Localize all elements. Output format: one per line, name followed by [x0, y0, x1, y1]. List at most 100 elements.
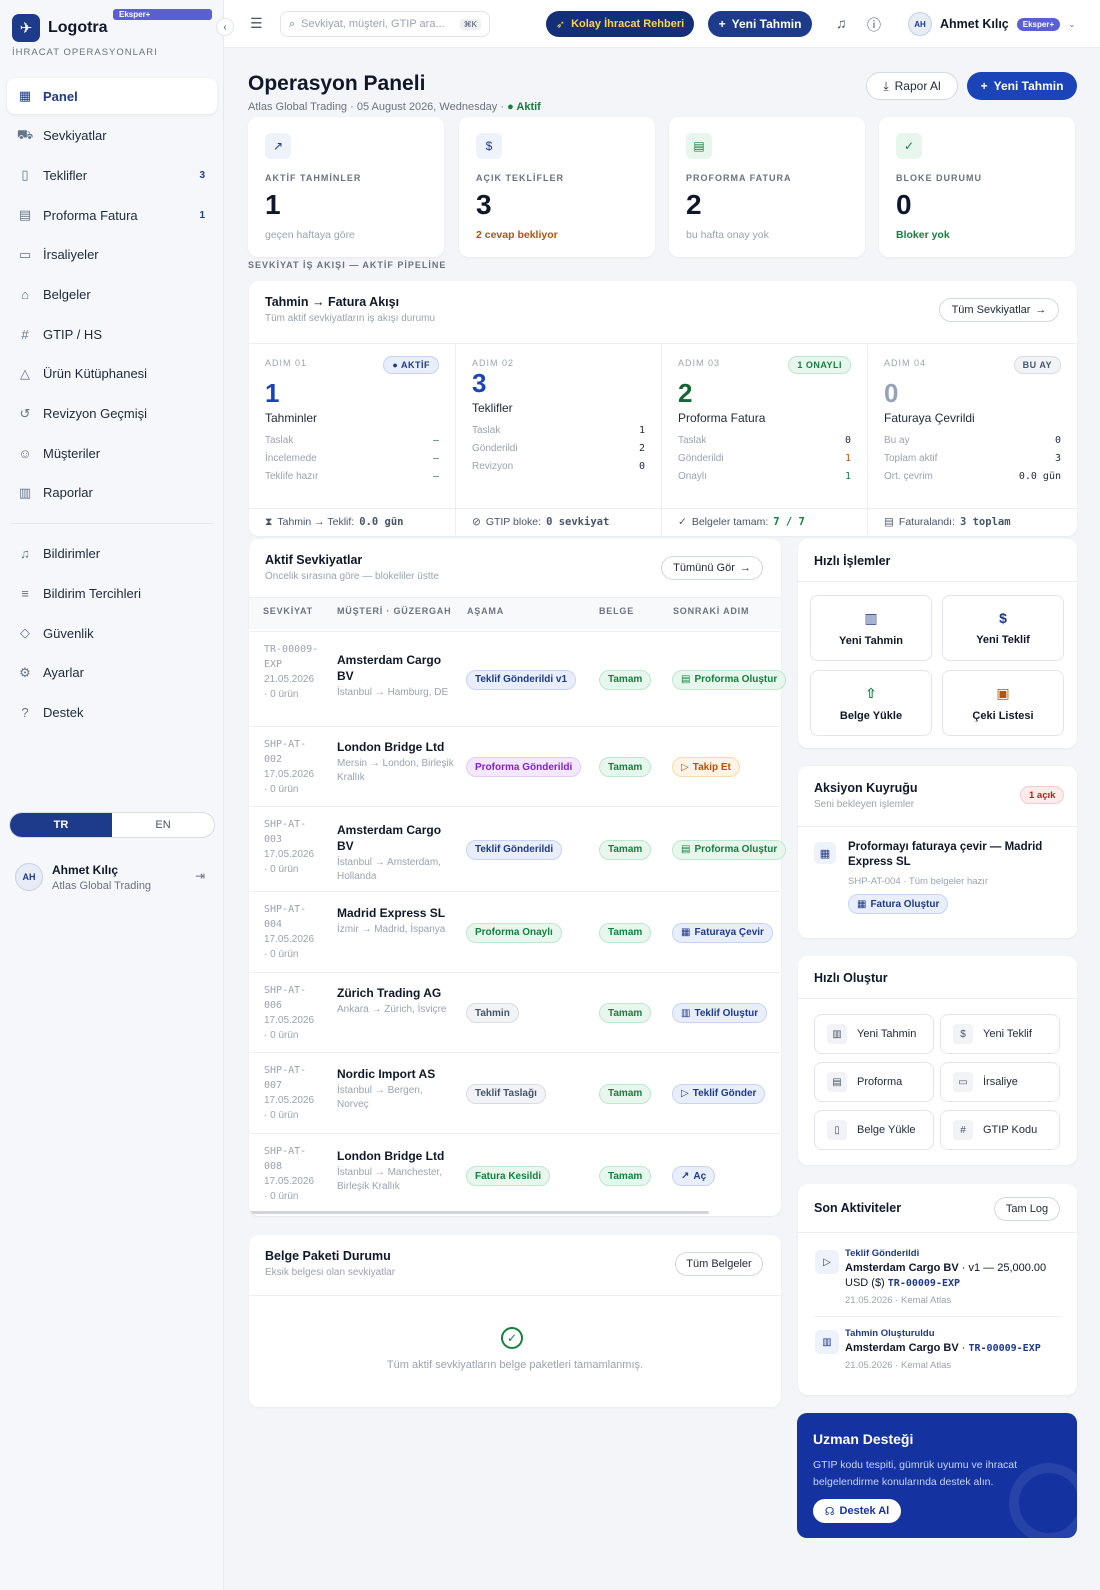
- lang-tr-button[interactable]: TR: [10, 813, 112, 837]
- customer-name: Amsterdam Cargo BV: [337, 822, 442, 853]
- sidebar-item-revizyon[interactable]: ↺ Revizyon Geçmişi: [7, 396, 217, 432]
- get-support-button[interactable]: ☊ Destek Al: [813, 1499, 901, 1523]
- pipeline-step-estimates[interactable]: ADIM 01 ● AKTİF 1 Tahminler Taslak — İnce…: [249, 343, 455, 508]
- pipeline-subtitle: Tüm aktif sevkiyatların iş akışı durumu: [265, 313, 436, 324]
- divider: [11, 522, 213, 524]
- new-estimate-button[interactable]: + Yeni Tahmin: [708, 11, 812, 37]
- bell-icon[interactable]: ♫: [836, 15, 847, 31]
- pipeline-step-invoiced[interactable]: ADIM 04 BU AY 0 Faturaya Çevrildi Bu ay 0…: [867, 343, 1077, 508]
- see-all-button[interactable]: Tümünü Gör →: [661, 556, 763, 580]
- shipment-code-link[interactable]: TR-00009-EXP: [968, 1343, 1040, 1354]
- sidebar-item-ayarlar[interactable]: ⚙ Ayarlar: [7, 655, 217, 691]
- table-row[interactable]: TR-00009-EXP 21.05.2026 · 0 ürün Amsterdam …: [250, 631, 787, 726]
- lang-en-button[interactable]: EN: [112, 813, 214, 837]
- quick-new-quote-button[interactable]: $ Yeni Teklif: [942, 595, 1064, 661]
- row-value: 1: [844, 471, 851, 482]
- all-shipments-button[interactable]: Tüm Sevkiyatlar →: [939, 298, 1059, 322]
- sidebar-item-irsaliyeler[interactable]: ▭ İrsaliyeler: [7, 237, 217, 273]
- sidebar-item-destek[interactable]: ? Destek: [7, 695, 217, 731]
- help-icon[interactable]: ⓘ: [867, 15, 881, 35]
- table-row[interactable]: SHP-AT-002 17.05.2026 · 0 ürün London Bridg…: [250, 726, 780, 806]
- row-value: —: [432, 435, 439, 446]
- table-row[interactable]: SHP-AT-004 17.05.2026 · 0 ürün Madrid Expre…: [250, 891, 780, 972]
- next-step-button[interactable]: ▥ Teklif Oluştur: [672, 1003, 768, 1023]
- step-row: Taslak 0: [678, 435, 851, 453]
- row-key: Gönderildi: [472, 443, 518, 454]
- chevron-left-icon: ‹: [223, 21, 227, 33]
- column-header[interactable]: AŞAMA: [467, 606, 504, 616]
- sidebar-item-panel[interactable]: ▦ Panel: [7, 78, 217, 114]
- customer-name: Nordic Import AS: [337, 1066, 436, 1081]
- sidebar-item-urun-kutuphanesi[interactable]: △ Ürün Kütüphanesi: [7, 356, 217, 392]
- column-header[interactable]: BELGE: [599, 606, 634, 616]
- new-estimate-header-button[interactable]: + Yeni Tahmin: [967, 72, 1077, 100]
- step-value: 3: [472, 368, 487, 398]
- create-quote-button[interactable]: $ Yeni Teklif: [940, 1014, 1060, 1054]
- next-step-button[interactable]: ▷ Takip Et: [672, 757, 740, 777]
- pipeline-step-proforma[interactable]: ADIM 03 1 ONAYLI 2 Proforma Fatura Tasla…: [661, 343, 867, 508]
- next-step-button[interactable]: ▷ Teklif Gönder: [672, 1083, 766, 1104]
- table-row[interactable]: SHP-AT-006 17.05.2026 · 0 ürün Zürich Tradi…: [250, 972, 780, 1052]
- next-step-button[interactable]: ↗ Aç: [672, 1166, 716, 1186]
- table-row[interactable]: SHP-AT-003 17.05.2026 · 0 ürün Amsterdam Ca…: [250, 806, 787, 891]
- queue-item-title[interactable]: Proformayı faturaya çevir — Madrid Expre…: [848, 840, 1063, 870]
- doc-package-card: Belge Paketi Durumu Eksik belgesi olan s…: [249, 1235, 781, 1407]
- create-proforma-button[interactable]: ▤ Proforma: [814, 1062, 934, 1102]
- sidebar-item-bildirim-tercihleri[interactable]: ≡ Bildirim Tercihleri: [7, 576, 217, 612]
- pipeline-step-quotes[interactable]: ADIM 02 3 Teklifler Taslak 1 Gönderildi 2 …: [455, 343, 661, 508]
- sidebar-item-guvenlik[interactable]: ◇ Güvenlik: [7, 615, 217, 651]
- quick-packing-list-button[interactable]: ▣ Çeki Listesi: [942, 670, 1064, 736]
- search-input[interactable]: ⌕ Sevkiyat, müşteri, GTIP ara... ⌘K: [280, 11, 490, 37]
- brand[interactable]: ✈ Logotra: [12, 14, 108, 42]
- check-circle-icon: ✓: [896, 133, 922, 159]
- quick-new-estimate-button[interactable]: ▥ Yeni Tahmin: [810, 595, 932, 661]
- next-step-icon: ▦: [681, 927, 691, 938]
- next-step-button[interactable]: ▤ Proforma Oluştur: [672, 839, 787, 860]
- customer-name: Madrid Express SL: [337, 905, 446, 920]
- sidebar-item-belgeler[interactable]: ⌂ Belgeler: [7, 276, 217, 312]
- column-header[interactable]: SEVKİYAT: [263, 606, 313, 616]
- activity-item[interactable]: ▥ Tahmin Oluşturuldu Amsterdam Cargo BV …: [815, 1328, 1065, 1371]
- sidebar-item-bildirimler[interactable]: ♫ Bildirimler: [7, 536, 217, 572]
- sidebar-item-gtip[interactable]: # GTIP / HS: [7, 316, 217, 352]
- sidebar-item-label: Revizyon Geçmişi: [43, 406, 148, 421]
- activity-item[interactable]: ▷ Teklif Gönderildi Amsterdam Cargo BV ·…: [815, 1248, 1065, 1306]
- quick-upload-doc-button[interactable]: ⇧ Belge Yükle: [810, 670, 932, 736]
- next-step-icon: ▤: [681, 674, 691, 685]
- sidebar-item-sevkiyatlar[interactable]: ⛟ Sevkiyatlar: [7, 118, 217, 154]
- create-estimate-button[interactable]: ▥ Yeni Tahmin: [814, 1014, 934, 1054]
- report-button[interactable]: ⤓ Rapor Al: [866, 72, 958, 100]
- sidebar-item-label: Ürün Kütüphanesi: [43, 366, 148, 382]
- column-header[interactable]: SONRAKİ ADIM: [673, 606, 749, 616]
- user-card[interactable]: AH Ahmet Kılıç Atlas Global Trading ⇥: [9, 857, 215, 897]
- sidebar-item-musteriler[interactable]: ☺ Müşteriler: [7, 435, 217, 471]
- export-guide-button[interactable]: ➶ Kolay İhracat Rehberi: [546, 11, 694, 37]
- column-header[interactable]: MÜŞTERİ · GÜZERGAH: [337, 606, 451, 616]
- next-step-button[interactable]: ▦ Faturaya Çevir: [672, 922, 773, 943]
- sidebar-item-teklifler[interactable]: ▯ Teklifler 3: [7, 157, 217, 193]
- download-icon: ⤓: [883, 78, 889, 93]
- user-menu[interactable]: AH Ahmet Kılıç Eksper+ ⌄: [908, 12, 1076, 36]
- shipment-date: 17.05.2026: [264, 849, 315, 860]
- step-name: Faturaya Çevrildi: [884, 411, 975, 425]
- full-log-button[interactable]: Tam Log: [994, 1197, 1060, 1221]
- table-row[interactable]: SHP-AT-007 17.05.2026 · 0 ürün Nordic Impor…: [250, 1052, 780, 1133]
- shipment-code-link[interactable]: TR-00009-EXP: [888, 1278, 960, 1289]
- route: Ankara → Zürich, İsviçre: [337, 1004, 447, 1015]
- logout-icon[interactable]: ⇥: [195, 869, 205, 883]
- create-waybill-button[interactable]: ▭ İrsaliye: [940, 1062, 1060, 1102]
- row-key: Ort. çevrim: [884, 471, 933, 482]
- table-row[interactable]: SHP-AT-008 17.05.2026 · 0 ürün London Bridg…: [250, 1133, 780, 1217]
- step-value: 2: [678, 378, 693, 408]
- sidebar-item-raporlar[interactable]: ▥ Raporlar: [7, 475, 217, 511]
- next-step-button[interactable]: ▤ Proforma Oluştur: [672, 669, 787, 690]
- all-docs-button[interactable]: Tüm Belgeler: [675, 1252, 763, 1276]
- create-invoice-button[interactable]: ▦ Fatura Oluştur: [848, 894, 949, 914]
- create-upload-button[interactable]: ▯ Belge Yükle: [814, 1110, 934, 1150]
- sidebar-item-proforma[interactable]: ▤ Proforma Fatura 1: [7, 197, 217, 233]
- route: İzmir → Madrid, İspanya: [337, 923, 446, 935]
- create-gtip-button[interactable]: # GTIP Kodu: [940, 1110, 1060, 1150]
- menu-icon[interactable]: ☰: [250, 15, 263, 32]
- collapse-sidebar-button[interactable]: ‹: [216, 18, 234, 36]
- step-row: Onaylı 1: [678, 471, 851, 489]
